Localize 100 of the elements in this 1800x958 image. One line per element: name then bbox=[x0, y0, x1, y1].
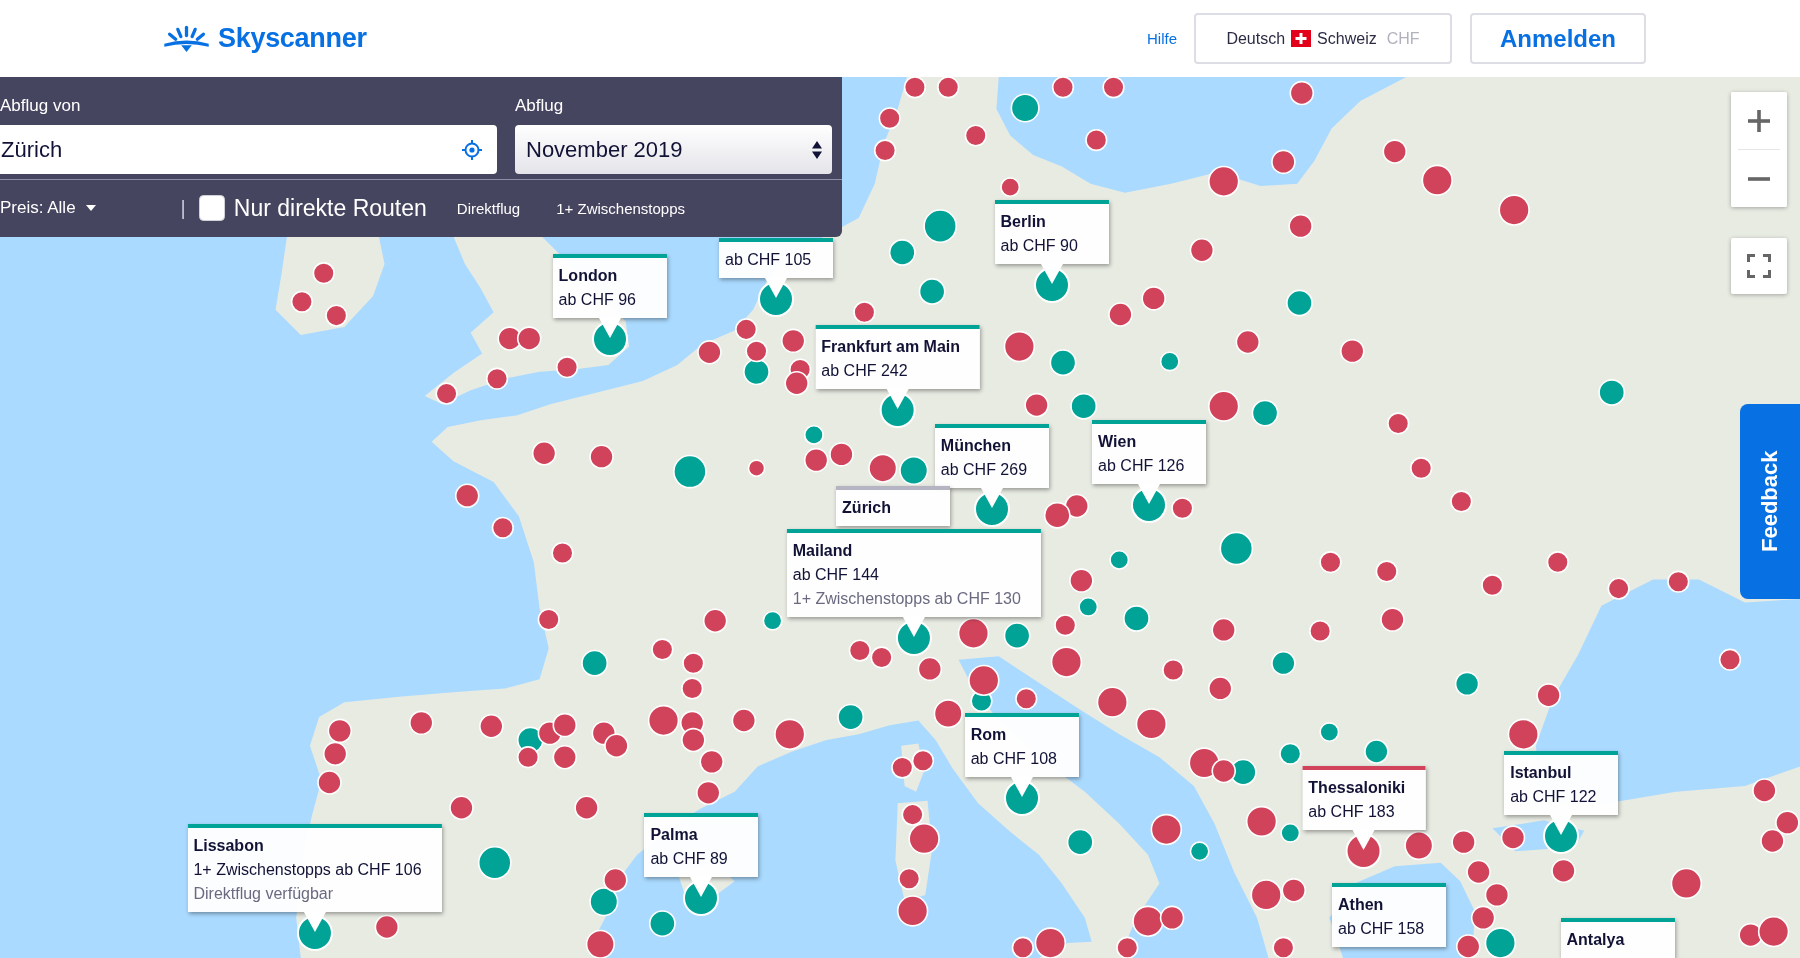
marker-dot-icon[interactable] bbox=[1607, 577, 1630, 600]
marker-dot-icon[interactable] bbox=[1454, 671, 1480, 697]
marker-dot-icon[interactable] bbox=[1070, 392, 1098, 420]
marker-dot-icon[interactable] bbox=[1003, 622, 1031, 650]
map-pin-icon[interactable] bbox=[681, 876, 722, 917]
marker-dot-icon[interactable] bbox=[853, 301, 876, 324]
marker-dot-icon[interactable] bbox=[516, 746, 540, 769]
marker-dot-icon[interactable] bbox=[923, 209, 958, 243]
marker-dot-icon[interactable] bbox=[1421, 164, 1453, 196]
marker-dot-icon[interactable] bbox=[1340, 338, 1365, 364]
marker-dot-icon[interactable] bbox=[1211, 617, 1236, 643]
marker-dot-icon[interactable] bbox=[747, 459, 766, 477]
marker-dot-icon[interactable] bbox=[537, 608, 560, 631]
marker-dot-icon[interactable] bbox=[1024, 392, 1049, 418]
marker-dot-icon[interactable] bbox=[651, 638, 674, 661]
marker-dot-icon[interactable] bbox=[589, 887, 619, 917]
marker-dot-icon[interactable] bbox=[699, 749, 724, 775]
price-popup[interactable]: München ab CHF 269 bbox=[934, 423, 1049, 488]
price-popup[interactable]: Istanbul ab CHF 122 bbox=[1504, 750, 1619, 815]
marker-dot-icon[interactable] bbox=[1171, 497, 1194, 520]
marker-dot-icon[interactable] bbox=[1015, 687, 1038, 710]
marker-dot-icon[interactable] bbox=[1760, 828, 1785, 854]
marker-dot-icon[interactable] bbox=[1757, 915, 1790, 948]
marker-dot-icon[interactable] bbox=[1551, 858, 1576, 884]
marker-dot-icon[interactable] bbox=[735, 318, 758, 341]
marker-dot-icon[interactable] bbox=[1271, 650, 1296, 676]
price-popup[interactable]: Rom ab CHF 108 bbox=[964, 713, 1079, 777]
marker-dot-icon[interactable] bbox=[933, 699, 963, 729]
marker-dot-icon[interactable] bbox=[1096, 686, 1129, 718]
marker-dot-icon[interactable] bbox=[1271, 149, 1296, 175]
price-popup[interactable]: Zürich bbox=[836, 485, 951, 526]
price-popup[interactable]: Frankfurt am Main ab CHF 242 bbox=[815, 325, 981, 389]
map-pin-icon[interactable] bbox=[1001, 777, 1042, 817]
marker-dot-icon[interactable] bbox=[1319, 722, 1340, 742]
marker-dot-icon[interactable] bbox=[477, 845, 512, 880]
marker-dot-icon[interactable] bbox=[891, 756, 914, 779]
marker-dot-icon[interactable] bbox=[1219, 531, 1254, 566]
marker-dot-icon[interactable] bbox=[762, 610, 783, 631]
marker-dot-icon[interactable] bbox=[1054, 614, 1077, 637]
marker-dot-icon[interactable] bbox=[1319, 551, 1342, 574]
marker-dot-icon[interactable] bbox=[485, 367, 509, 390]
marker-dot-icon[interactable] bbox=[1718, 648, 1742, 671]
marker-dot-icon[interactable] bbox=[1670, 867, 1703, 900]
marker-dot-icon[interactable] bbox=[604, 733, 629, 759]
marker-dot-icon[interactable] bbox=[479, 714, 504, 739]
checkbox[interactable] bbox=[198, 195, 225, 221]
price-popup[interactable]: Thessaloniki ab CHF 183 bbox=[1302, 765, 1426, 830]
marker-dot-icon[interactable] bbox=[1536, 683, 1561, 708]
marker-dot-icon[interactable] bbox=[743, 358, 770, 386]
marker-dot-icon[interactable] bbox=[1404, 831, 1434, 861]
price-popup[interactable]: Antalya bbox=[1560, 917, 1675, 958]
marker-dot-icon[interactable] bbox=[1450, 490, 1473, 513]
marker-dot-icon[interactable] bbox=[603, 867, 628, 893]
marker-dot-icon[interactable] bbox=[322, 741, 348, 767]
price-popup[interactable]: Wien ab CHF 126 bbox=[1092, 420, 1207, 485]
map-pin-icon[interactable] bbox=[589, 317, 630, 358]
marker-dot-icon[interactable] bbox=[702, 608, 728, 633]
marker-dot-icon[interactable] bbox=[697, 340, 722, 365]
marker-dot-icon[interactable] bbox=[1235, 329, 1261, 355]
checkbox-label[interactable]: Nur direkte Routen bbox=[233, 194, 427, 222]
marker-dot-icon[interactable] bbox=[868, 453, 898, 483]
marker-dot-icon[interactable] bbox=[848, 639, 871, 662]
marker-dot-icon[interactable] bbox=[968, 664, 1000, 697]
marker-dot-icon[interactable] bbox=[647, 704, 680, 737]
marker-dot-icon[interactable] bbox=[1189, 841, 1210, 862]
price-popup[interactable]: Berlin ab CHF 90 bbox=[994, 199, 1109, 264]
map-pin-icon[interactable] bbox=[893, 616, 934, 657]
marker-dot-icon[interactable] bbox=[1498, 194, 1530, 226]
marker-dot-icon[interactable] bbox=[1208, 676, 1233, 701]
marker-dot-icon[interactable] bbox=[957, 617, 990, 650]
marker-dot-icon[interactable] bbox=[327, 718, 353, 744]
marker-dot-icon[interactable] bbox=[574, 795, 599, 820]
marker-dot-icon[interactable] bbox=[1481, 574, 1504, 597]
marker-dot-icon[interactable] bbox=[696, 780, 721, 806]
marker-dot-icon[interactable] bbox=[1208, 165, 1240, 198]
help-link[interactable]: Hilfe bbox=[1147, 30, 1177, 47]
marker-dot-icon[interactable] bbox=[1135, 708, 1168, 740]
marker-dot-icon[interactable] bbox=[803, 447, 829, 473]
marker-dot-icon[interactable] bbox=[516, 326, 542, 351]
marker-dot-icon[interactable] bbox=[911, 749, 935, 772]
price-popup[interactable]: Athen ab CHF 158 bbox=[1332, 882, 1446, 947]
marker-dot-icon[interactable] bbox=[1211, 758, 1236, 784]
marker-dot-icon[interactable] bbox=[374, 914, 400, 940]
locate-icon[interactable] bbox=[461, 138, 483, 161]
marker-dot-icon[interactable] bbox=[552, 744, 578, 770]
logo-link[interactable]: Skyscanner bbox=[163, 23, 367, 54]
marker-dot-icon[interactable] bbox=[1159, 905, 1185, 931]
marker-dot-icon[interactable] bbox=[435, 382, 458, 405]
map-pin-icon[interactable] bbox=[971, 487, 1012, 528]
marker-dot-icon[interactable] bbox=[290, 290, 314, 313]
route-type-label[interactable]: Direktflug bbox=[456, 199, 521, 217]
marker-dot-icon[interactable] bbox=[837, 703, 865, 731]
marker-dot-icon[interactable] bbox=[1286, 289, 1313, 317]
marker-dot-icon[interactable] bbox=[1546, 551, 1569, 574]
price-popup[interactable]: London ab CHF 96 bbox=[552, 253, 667, 318]
marker-dot-icon[interactable] bbox=[1738, 922, 1763, 948]
marker-dot-icon[interactable] bbox=[870, 646, 893, 669]
map-pin-icon[interactable] bbox=[1343, 829, 1384, 870]
price-dropdown[interactable]: Preis: Alle bbox=[0, 198, 96, 218]
map-pin-icon[interactable] bbox=[1541, 814, 1582, 855]
